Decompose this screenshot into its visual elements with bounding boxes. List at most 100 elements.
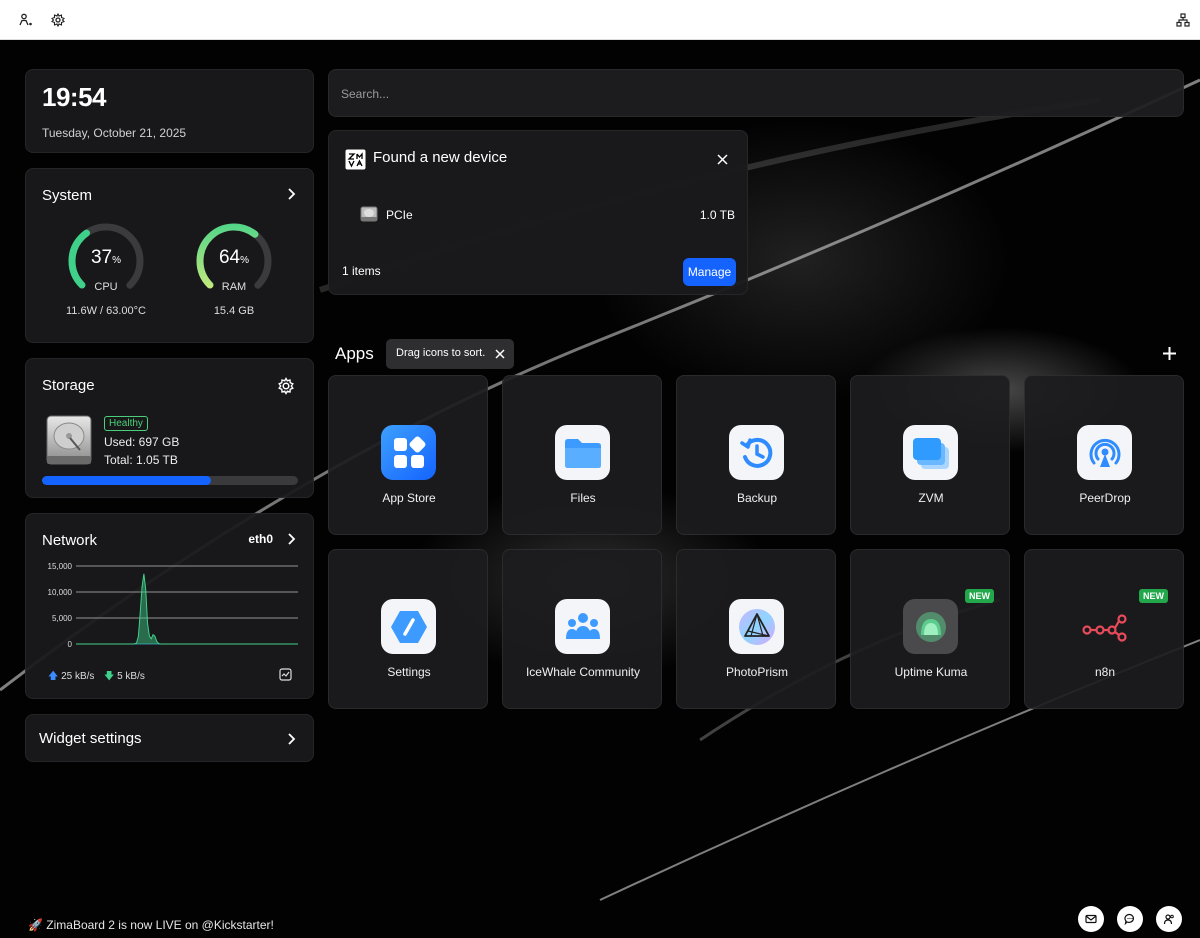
storage-settings-gear-icon[interactable] (277, 377, 295, 395)
chart-y-tick-label: 10,000 (48, 588, 73, 597)
storage-used: Used: 697 GB (104, 435, 180, 449)
storage-widget: Storage Healthy Used: 697 GB Total: 1.05… (25, 358, 314, 498)
manage-button[interactable]: Manage (683, 258, 736, 286)
folder-icon (555, 425, 610, 480)
zima-logo-icon (345, 149, 366, 170)
ram-gauge: 64% RAM (194, 221, 274, 301)
chart-y-tick-label: 15,000 (48, 562, 73, 571)
zvm-icon (903, 425, 958, 480)
search-input[interactable] (341, 84, 1171, 104)
app-tile-photoprism[interactable]: PhotoPrism (676, 549, 836, 709)
drag-tip-text: Drag icons to sort. (396, 347, 486, 359)
network-chart: 15,000 10,000 5,000 0 (48, 562, 298, 649)
app-label: PhotoPrism (725, 665, 789, 679)
chevron-right-icon (288, 733, 296, 745)
storage-title: Storage (42, 377, 95, 394)
chart-y-tick-label: 0 (68, 640, 73, 649)
app-tile-n8n[interactable]: NEW n8n (1024, 549, 1184, 709)
clock-widget: 19:54 Tuesday, October 21, 2025 (25, 69, 314, 153)
gear-icon[interactable] (50, 12, 66, 28)
backup-icon (729, 425, 784, 480)
cpu-value: 37% (90, 247, 122, 268)
close-icon[interactable] (717, 154, 728, 165)
app-tile-icewhale-community[interactable]: IceWhale Community (502, 549, 662, 709)
app-store-icon (381, 425, 436, 480)
mail-icon (1085, 914, 1097, 924)
app-label: App Store (382, 491, 436, 505)
account-button[interactable] (1156, 906, 1182, 932)
storage-status-badge: Healthy (104, 416, 148, 431)
new-badge: NEW (965, 589, 994, 603)
app-tile-uptime-kuma[interactable]: NEW Uptime Kuma (850, 549, 1010, 709)
app-tile-zvm[interactable]: ZVM (850, 375, 1010, 535)
monitor-chart-icon[interactable] (279, 668, 292, 681)
app-label: n8n (1094, 665, 1116, 679)
app-label: Files (570, 491, 596, 505)
app-label: PeerDrop (1079, 491, 1131, 505)
device-count: 1 items (342, 264, 381, 278)
user-network-icon[interactable] (18, 12, 34, 28)
cpu-gauge: 37% CPU (66, 221, 146, 301)
drive-icon (360, 206, 378, 222)
network-topology-icon[interactable] (1175, 12, 1191, 28)
ram-label: RAM (221, 281, 247, 293)
network-interface[interactable]: eth0 (248, 532, 273, 546)
apps-title: Apps (335, 344, 374, 363)
chat-button[interactable] (1117, 906, 1143, 932)
people-icon (1163, 914, 1174, 925)
cpu-label: CPU (94, 281, 118, 293)
app-tile-app-store[interactable]: App Store (328, 375, 488, 535)
mail-button[interactable] (1078, 906, 1104, 932)
chart-y-tick-label: 5,000 (52, 614, 73, 623)
search-bar (328, 69, 1184, 117)
new-badge: NEW (1139, 589, 1168, 603)
chart-area (76, 573, 298, 644)
network-widget: Network eth0 15,000 10,000 5,000 0 🡅 25 kB/… (25, 513, 314, 699)
photoprism-icon (729, 599, 784, 654)
notification-title: Found a new device (373, 149, 508, 166)
system-widget: System 37% CPU 11.6W / 63.00°C 64% RAM 1… (25, 168, 314, 343)
cpu-sub: 11.6W / 63.00°C (65, 305, 146, 317)
app-label: ZVM (918, 491, 944, 505)
network-title: Network (42, 532, 98, 549)
close-icon[interactable] (495, 349, 505, 359)
clock-time: 19:54 (42, 82, 107, 112)
device-size: 1.0 TB (699, 208, 735, 222)
new-device-notification: Found a new device PCIe 1.0 TB 1 items M… (328, 130, 748, 295)
ram-sub: 15.4 GB (213, 305, 255, 317)
chat-bubble-icon (1124, 913, 1134, 925)
arrow-down-icon: 🡇 (104, 671, 115, 682)
community-icon (555, 599, 610, 654)
clock-date: Tuesday, October 21, 2025 (42, 126, 187, 140)
chevron-right-icon[interactable] (284, 532, 298, 546)
drag-tip: Drag icons to sort. (386, 339, 514, 369)
uptime-kuma-icon (903, 599, 958, 654)
download-rate: 🡇 5 kB/s (104, 671, 145, 682)
peerdrop-icon (1077, 425, 1132, 480)
system-title: System (42, 187, 93, 204)
n8n-icon (1077, 599, 1132, 654)
settings-app-icon (381, 599, 436, 654)
kickstarter-announcement[interactable]: 🚀 ZimaBoard 2 is now LIVE on @Kickstarte… (28, 918, 274, 932)
app-label: Settings (387, 665, 431, 679)
storage-usage-fill (42, 476, 211, 485)
app-label: Backup (736, 491, 778, 505)
app-tile-settings[interactable]: Settings (328, 549, 488, 709)
add-app-icon[interactable] (1162, 346, 1177, 361)
arrow-up-icon: 🡅 (48, 671, 59, 682)
widget-settings-button[interactable]: Widget settings (25, 714, 314, 762)
chart-series-line (76, 573, 298, 645)
top-bar (0, 0, 1200, 40)
storage-usage-bar (42, 476, 298, 485)
ram-value: 64% (218, 247, 250, 268)
upload-rate: 🡅 25 kB/s (48, 671, 95, 682)
app-tile-backup[interactable]: Backup (676, 375, 836, 535)
app-tile-files[interactable]: Files (502, 375, 662, 535)
hard-drive-icon (46, 415, 92, 465)
app-label: Uptime Kuma (894, 665, 968, 679)
device-name: PCIe (386, 208, 413, 222)
app-tile-peerdrop[interactable]: PeerDrop (1024, 375, 1184, 535)
storage-total: Total: 1.05 TB (104, 453, 178, 467)
chevron-right-icon[interactable] (284, 187, 298, 201)
widget-settings-label: Widget settings (39, 730, 142, 747)
